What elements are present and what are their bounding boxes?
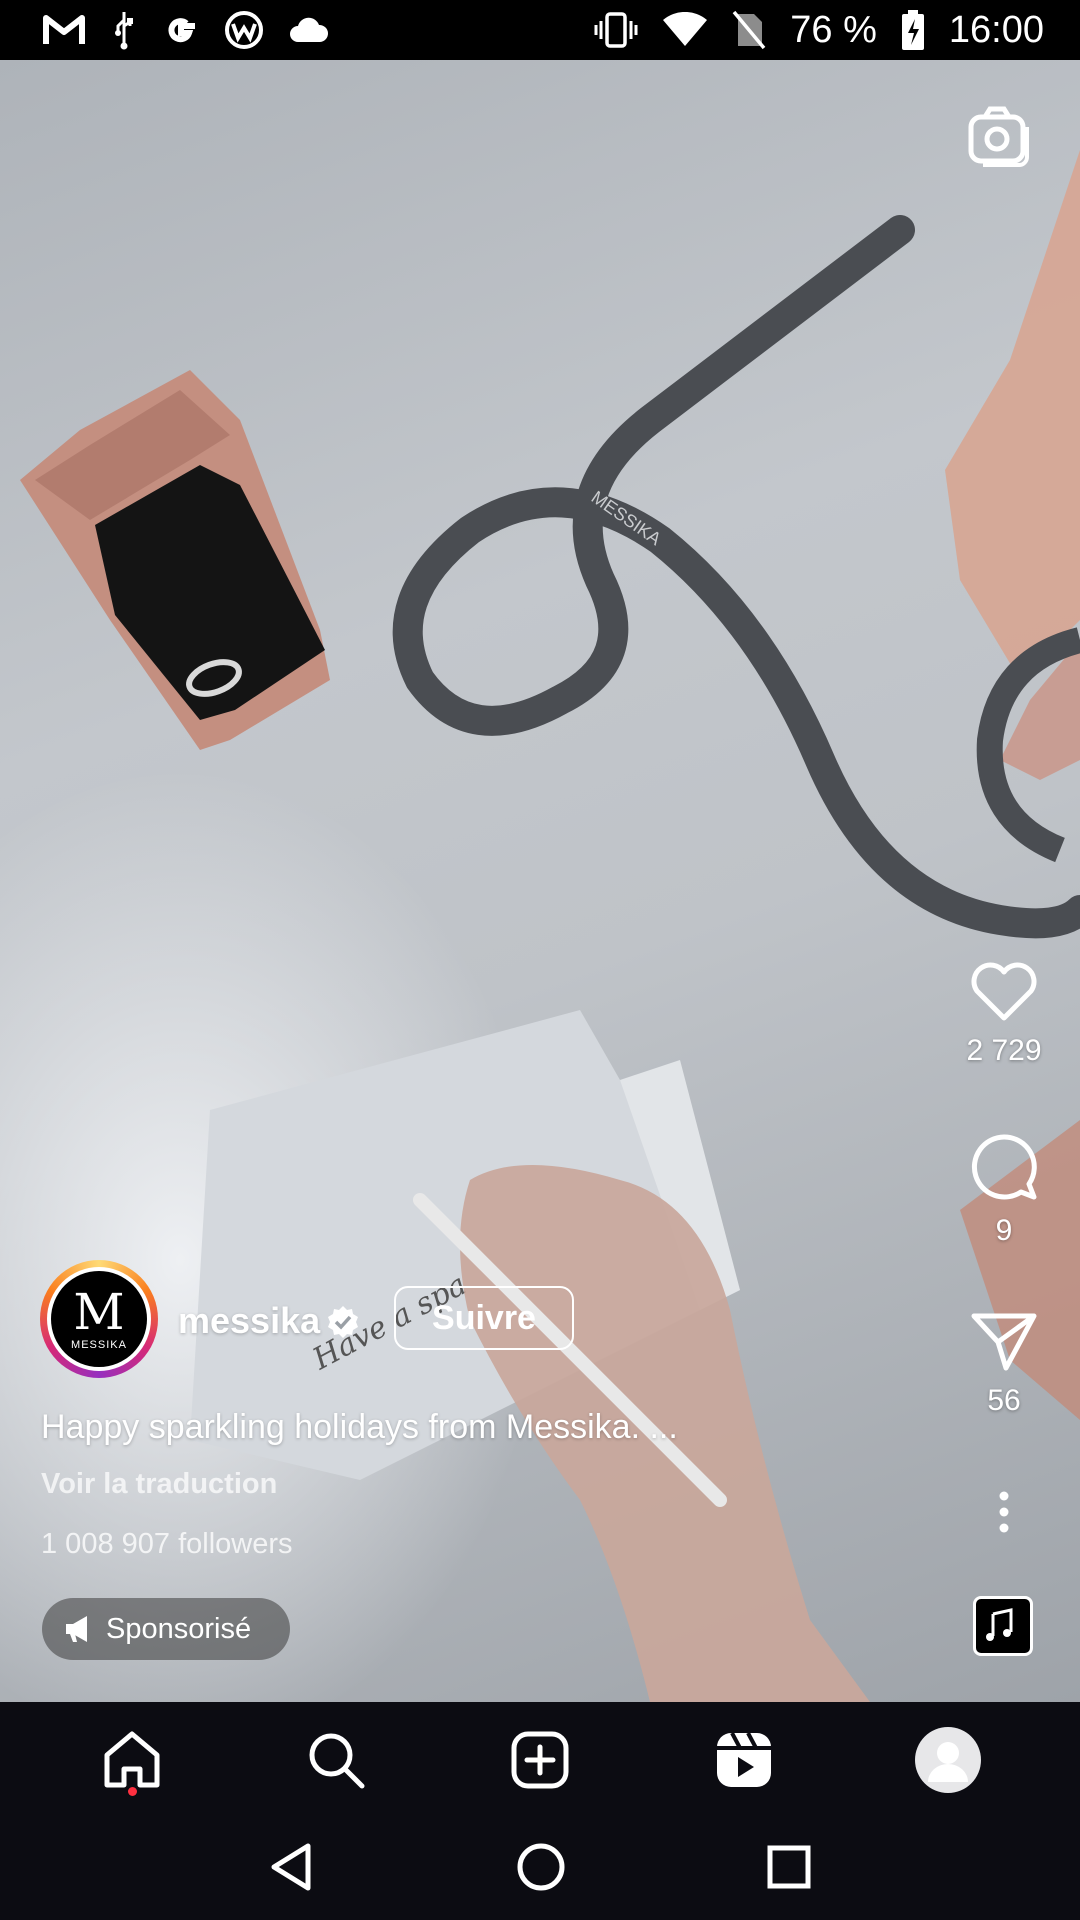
- share-count: 56: [987, 1384, 1021, 1417]
- follow-button[interactable]: Suivre: [394, 1286, 574, 1350]
- reels-icon: [717, 1732, 771, 1787]
- system-navigation: [0, 1818, 1080, 1920]
- search-icon: [309, 1733, 365, 1789]
- sponsored-badge[interactable]: Sponsorisé: [42, 1598, 290, 1660]
- clock: 16:00: [948, 8, 1044, 51]
- gmail-icon: [42, 12, 86, 48]
- see-translation-link[interactable]: Voir la traduction: [41, 1468, 277, 1501]
- comment-count: 9: [995, 1214, 1013, 1247]
- reel-video[interactable]: MESSIKA Have a spa: [0, 60, 1080, 1702]
- nav-home[interactable]: [82, 1710, 182, 1810]
- heart-icon: [971, 962, 1037, 1021]
- google-icon: [162, 11, 200, 49]
- usb-icon: [110, 10, 138, 50]
- status-bar: 76 % 16:00: [0, 0, 1080, 60]
- vibrate-icon: [594, 11, 638, 49]
- camera-icon: [968, 106, 1029, 167]
- recents-square-icon: [767, 1845, 811, 1888]
- video-frame: MESSIKA Have a spa: [20, 150, 1080, 1702]
- share-button[interactable]: 56: [950, 1310, 1058, 1418]
- megaphone-icon: [66, 1616, 87, 1642]
- comment-button[interactable]: 9: [950, 1132, 1058, 1248]
- battery-charging-icon: [901, 10, 925, 50]
- sponsored-label: Sponsorisé: [106, 1612, 252, 1645]
- nav-reels[interactable]: [694, 1710, 794, 1810]
- wifi-icon: [662, 12, 708, 48]
- followers-count: 1 008 907 followers: [41, 1528, 293, 1560]
- nav-search[interactable]: [286, 1710, 386, 1810]
- like-count: 2 729: [966, 1034, 1042, 1067]
- no-sim-icon: [732, 10, 766, 50]
- music-icon: [986, 1608, 1013, 1641]
- audio-thumbnail[interactable]: [973, 1596, 1033, 1656]
- nav-create[interactable]: [490, 1710, 590, 1810]
- recents-button[interactable]: [766, 1844, 812, 1895]
- messika-logo: M MESSIKA: [51, 1271, 147, 1367]
- send-icon: [971, 1313, 1037, 1371]
- caption[interactable]: Happy sparkling holidays from Messika. .…: [41, 1408, 678, 1447]
- back-icon: [271, 1843, 311, 1890]
- like-button[interactable]: 2 729: [950, 960, 1058, 1068]
- home-system-button[interactable]: [516, 1842, 566, 1897]
- notification-dot: [128, 1787, 137, 1796]
- camera-button[interactable]: [965, 105, 1031, 171]
- back-button[interactable]: [268, 1842, 316, 1897]
- nav-profile[interactable]: [898, 1710, 998, 1810]
- verified-badge-icon: [328, 1306, 358, 1338]
- bottom-navigation: [0, 1702, 1080, 1818]
- avatar[interactable]: M MESSIKA: [40, 1260, 158, 1378]
- more-button[interactable]: [950, 1490, 1058, 1534]
- battery-percent: 76 %: [790, 8, 877, 51]
- cloud-icon: [288, 16, 330, 44]
- home-icon: [104, 1731, 160, 1788]
- profile-icon: [915, 1727, 981, 1793]
- username[interactable]: messika: [178, 1300, 320, 1342]
- app-icon: [224, 10, 264, 50]
- wrapping-paper: [945, 150, 1080, 680]
- more-options-icon: [999, 1491, 1009, 1533]
- comment-icon: [971, 1134, 1037, 1200]
- circle-home-icon: [517, 1843, 565, 1890]
- create-icon: [511, 1731, 569, 1789]
- ring-box: [20, 370, 330, 750]
